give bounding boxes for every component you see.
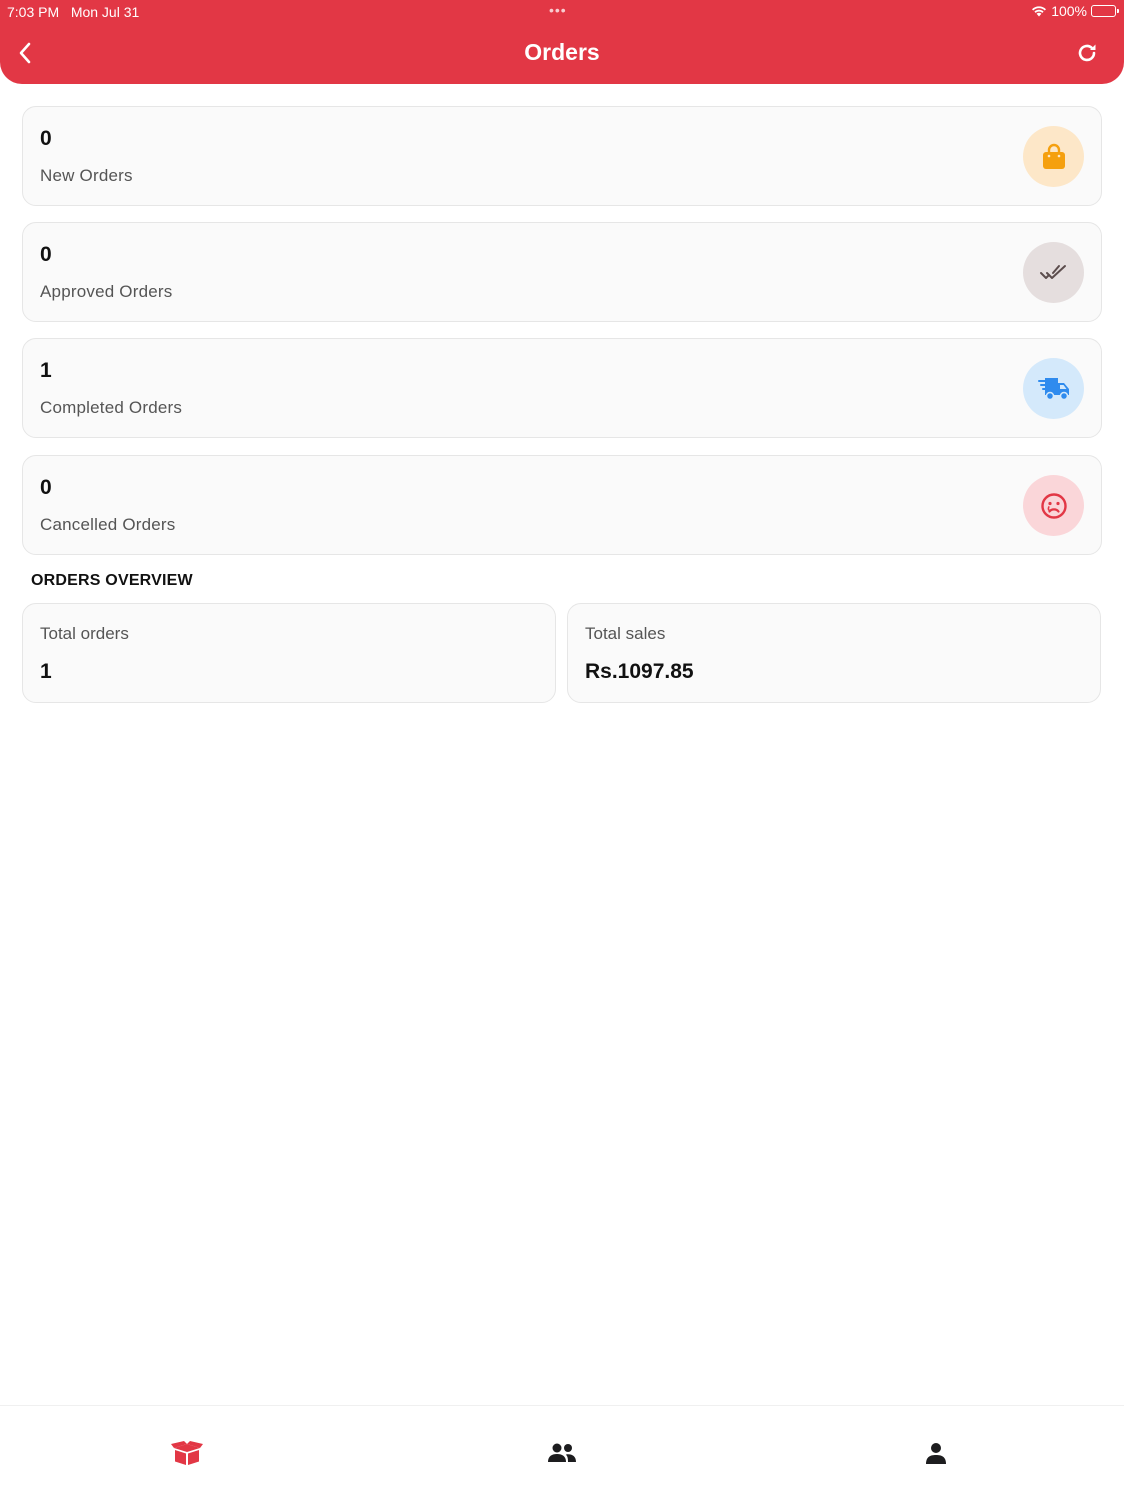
status-time: 7:03 PM Mon Jul 31 xyxy=(7,4,139,20)
new-orders-icon-badge xyxy=(1023,126,1084,187)
status-bar: 7:03 PM Mon Jul 31 ••• 100% xyxy=(0,0,1124,24)
page-title: Orders xyxy=(524,39,600,65)
shopping-bag-icon xyxy=(1042,143,1065,169)
nav-bar: Orders xyxy=(0,28,1124,78)
refresh-button[interactable] xyxy=(1072,38,1102,68)
total-orders-value: 1 xyxy=(40,660,52,683)
battery-icon xyxy=(1091,5,1119,17)
total-sales-card: Total sales Rs.1097.85 xyxy=(567,603,1101,703)
total-orders-card: Total orders 1 xyxy=(22,603,556,703)
total-sales-label: Total sales xyxy=(585,624,666,643)
completed-orders-count: 1 xyxy=(40,359,52,382)
cancelled-orders-count: 0 xyxy=(40,476,52,499)
orders-overview-heading: ORDERS OVERVIEW xyxy=(31,572,193,589)
status-indicators: 100% xyxy=(1031,3,1119,19)
completed-orders-card[interactable]: 1 Completed Orders xyxy=(22,338,1102,438)
battery-percent: 100% xyxy=(1051,3,1087,19)
approved-orders-label: Approved Orders xyxy=(40,282,173,301)
new-orders-card[interactable]: 0 New Orders xyxy=(22,106,1102,206)
total-sales-value: Rs.1097.85 xyxy=(585,660,694,683)
double-check-icon xyxy=(1039,264,1066,279)
approved-orders-count: 0 xyxy=(40,243,52,266)
total-orders-label: Total orders xyxy=(40,624,129,643)
cancelled-orders-card[interactable]: 0 Cancelled Orders xyxy=(22,455,1102,555)
bottom-tab-bar xyxy=(0,1405,1124,1500)
new-orders-label: New Orders xyxy=(40,166,133,185)
new-orders-count: 0 xyxy=(40,127,52,150)
refresh-icon xyxy=(1078,44,1096,62)
customers-icon xyxy=(548,1443,576,1462)
status-date-text: Mon Jul 31 xyxy=(70,4,140,20)
approved-orders-card[interactable]: 0 Approved Orders xyxy=(22,222,1102,322)
completed-orders-label: Completed Orders xyxy=(40,398,183,417)
tab-customers[interactable] xyxy=(542,1436,582,1470)
multitasking-dots-icon[interactable]: ••• xyxy=(549,2,567,18)
tab-orders[interactable] xyxy=(167,1436,207,1470)
completed-orders-icon-badge xyxy=(1023,358,1084,419)
tab-profile[interactable] xyxy=(916,1436,956,1470)
sad-face-icon xyxy=(1040,492,1067,519)
cancelled-orders-label: Cancelled Orders xyxy=(40,515,176,534)
app-header: 7:03 PM Mon Jul 31 ••• 100% Orders xyxy=(0,0,1124,84)
delivery-truck-icon xyxy=(1037,377,1069,400)
approved-orders-icon-badge xyxy=(1023,242,1084,303)
cancelled-orders-icon-badge xyxy=(1023,475,1084,536)
profile-icon xyxy=(926,1443,946,1464)
status-time-text: 7:03 PM xyxy=(7,4,60,20)
orders-box-icon xyxy=(171,1441,203,1465)
wifi-icon xyxy=(1032,6,1047,17)
